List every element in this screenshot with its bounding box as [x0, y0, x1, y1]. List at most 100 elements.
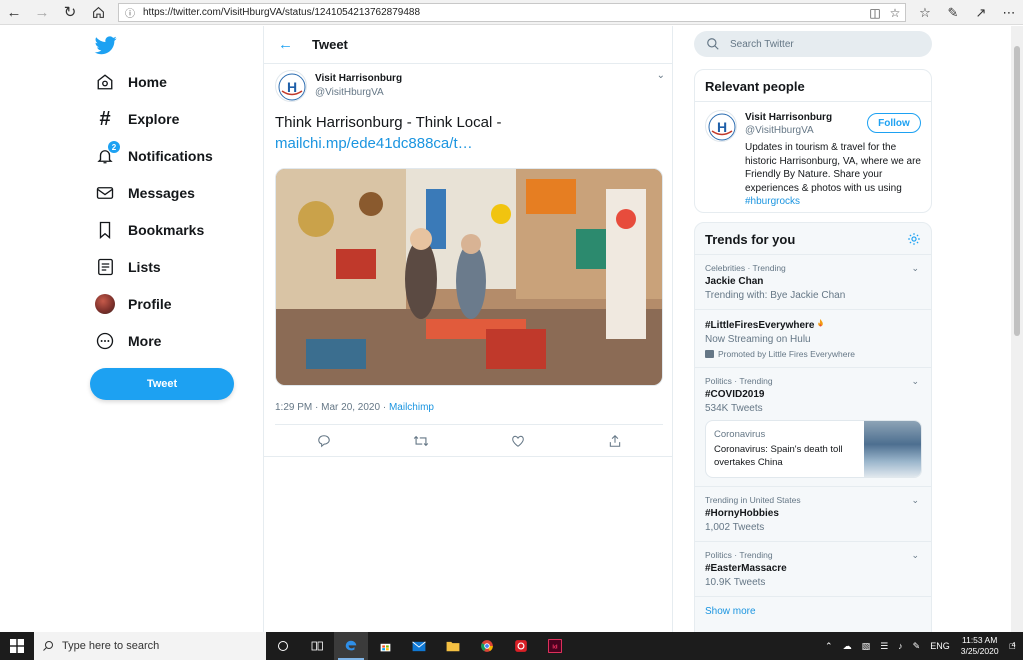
task-view-icon[interactable]: [300, 632, 334, 660]
browser-forward-button[interactable]: →: [28, 0, 56, 25]
chevron-down-icon[interactable]: ⌄: [911, 550, 919, 561]
reply-icon[interactable]: [314, 431, 334, 451]
person-handle[interactable]: @VisitHburgVA: [745, 125, 814, 136]
scrollbar-thumb[interactable]: [1014, 46, 1020, 336]
browser-home-button[interactable]: [84, 0, 112, 25]
action-center-count: 4: [1011, 642, 1016, 649]
tweet-source[interactable]: Mailchimp: [389, 402, 434, 413]
taskbar: Id ⌃ ☁ ▧ ☰ ♪ ✎ ENG 11:53 AM 3/25/2020 □4: [0, 632, 1023, 660]
mail-icon[interactable]: [402, 632, 436, 660]
wifi-icon[interactable]: ☰: [880, 641, 888, 652]
browser-back-button[interactable]: ←: [0, 0, 28, 25]
trend-item[interactable]: Celebrities · Trending Jackie Chan Trend…: [695, 255, 931, 310]
author-name[interactable]: Visit Harrisonburg: [315, 73, 402, 84]
twitter-bird-icon[interactable]: [94, 34, 118, 56]
divider: [275, 424, 663, 425]
pen-workspace-icon[interactable]: ✎: [913, 641, 921, 652]
nav-home[interactable]: Home: [94, 67, 167, 97]
svg-text:H: H: [287, 79, 297, 95]
windows-start-button[interactable]: [0, 632, 34, 660]
chevron-down-icon[interactable]: ⌄: [911, 495, 919, 506]
browser-toolbar: ← → ↻ ⓘ https://twitter.com/VisitHburgVA…: [0, 0, 1023, 25]
battery-icon[interactable]: ▧: [862, 641, 871, 652]
person-bio-hashtag[interactable]: #hburgrocks: [745, 195, 925, 209]
compose-tweet-button[interactable]: Tweet: [90, 368, 234, 400]
trend-item[interactable]: Trending in United States #HornyHobbies …: [695, 487, 931, 542]
taskbar-clock[interactable]: 11:53 AM 3/25/2020: [961, 635, 999, 657]
trend-item[interactable]: Politics · Trending #EasterMassacre 10.9…: [695, 542, 931, 597]
trend-item-promoted[interactable]: #LittleFiresEverywhere Now Streaming on …: [695, 310, 931, 368]
nav-profile[interactable]: Profile: [94, 289, 172, 319]
nav-messages[interactable]: Messages: [94, 178, 195, 208]
favorites-list-icon[interactable]: ☆: [911, 5, 939, 21]
nav-lists[interactable]: Lists: [94, 252, 161, 282]
trend-name: Jackie Chan: [705, 276, 764, 287]
chevron-up-icon[interactable]: ⌃: [825, 641, 833, 652]
share-icon[interactable]: ↗: [967, 5, 995, 21]
nav-lists-label: Lists: [128, 259, 161, 275]
back-arrow-icon[interactable]: ←: [278, 36, 298, 53]
creative-cloud-icon[interactable]: [504, 632, 538, 660]
file-explorer-icon[interactable]: [436, 632, 470, 660]
tweet-author: H Visit Harrisonburg @VisitHburgVA ⌄: [275, 70, 665, 106]
nav-home-label: Home: [128, 74, 167, 90]
cortana-icon[interactable]: [266, 632, 300, 660]
author-handle[interactable]: @VisitHburgVA: [315, 87, 384, 98]
search-box[interactable]: [694, 31, 932, 57]
nav-explore[interactable]: # Explore: [94, 104, 179, 134]
volume-icon[interactable]: ♪: [898, 641, 903, 651]
trend-item[interactable]: Politics · Trending #COVID2019 534K Twee…: [695, 368, 931, 487]
nav-more[interactable]: More: [94, 326, 161, 356]
nav-profile-label: Profile: [128, 296, 172, 312]
search-input[interactable]: [730, 38, 920, 50]
tweet-body: Think Harrisonburg - Think Local -: [275, 114, 502, 131]
browser-refresh-button[interactable]: ↻: [56, 0, 84, 25]
gear-icon[interactable]: [907, 232, 921, 246]
follow-button[interactable]: Follow: [867, 113, 921, 133]
tweet-time[interactable]: 1:29 PM · Mar 20, 2020 ·: [275, 402, 389, 413]
taskbar-search[interactable]: [34, 632, 266, 660]
indesign-icon[interactable]: Id: [538, 632, 572, 660]
action-center-icon[interactable]: □ 4: [1010, 641, 1016, 651]
nav-more-label: More: [128, 333, 162, 349]
trend-sub: Now Streaming on Hulu: [705, 334, 811, 345]
nav-bookmarks[interactable]: Bookmarks: [94, 215, 204, 245]
person-item[interactable]: H Visit Harrisonburg @VisitHburgVA Follo…: [695, 102, 931, 212]
news-card[interactable]: Coronavirus Coronavirus: Spain's death t…: [705, 420, 922, 478]
person-avatar[interactable]: H: [705, 110, 737, 142]
tweet-actions: [275, 428, 663, 454]
taskbar-search-input[interactable]: [62, 640, 252, 652]
chevron-down-icon[interactable]: ⌄: [657, 70, 665, 81]
edge-browser-icon[interactable]: [334, 632, 368, 660]
address-bar[interactable]: ⓘ https://twitter.com/VisitHburgVA/statu…: [118, 3, 906, 22]
store-icon[interactable]: [368, 632, 402, 660]
show-more-link[interactable]: Show more: [695, 597, 931, 626]
address-url[interactable]: https://twitter.com/VisitHburgVA/status/…: [141, 7, 865, 18]
author-avatar[interactable]: H: [275, 70, 307, 102]
nav-notifications[interactable]: 2 Notifications: [94, 141, 213, 171]
trend-sub: 534K Tweets: [705, 403, 763, 414]
chrome-icon[interactable]: [470, 632, 504, 660]
favorite-star-icon[interactable]: ☆: [885, 6, 905, 20]
info-icon[interactable]: ⓘ: [119, 5, 141, 20]
page-scrollbar[interactable]: [1011, 26, 1023, 632]
trend-sub: 10.9K Tweets: [705, 577, 766, 588]
notification-badge: 2: [108, 141, 120, 153]
search-icon: [43, 641, 53, 651]
chevron-down-icon[interactable]: ⌄: [911, 263, 919, 274]
home-icon: [92, 6, 104, 18]
language-indicator[interactable]: ENG: [930, 641, 950, 651]
share-icon[interactable]: [605, 431, 625, 451]
tweet-photo[interactable]: [275, 168, 663, 386]
cloud-icon[interactable]: ☁: [843, 641, 852, 652]
chevron-down-icon[interactable]: ⌄: [911, 376, 919, 387]
person-name[interactable]: Visit Harrisonburg: [745, 112, 832, 123]
news-headline: Coronavirus: Spain's death toll overtake…: [714, 444, 843, 468]
retweet-icon[interactable]: [411, 431, 431, 451]
pen-icon[interactable]: ✎: [939, 5, 967, 21]
tweet-link[interactable]: mailchi.mp/ede41dc888ca/t…: [275, 135, 473, 152]
more-icon[interactable]: ⋯: [995, 5, 1023, 21]
heart-icon[interactable]: [508, 431, 528, 451]
trend-name: #LittleFiresEverywhere: [705, 318, 921, 331]
reading-view-icon[interactable]: ◫: [865, 6, 885, 20]
